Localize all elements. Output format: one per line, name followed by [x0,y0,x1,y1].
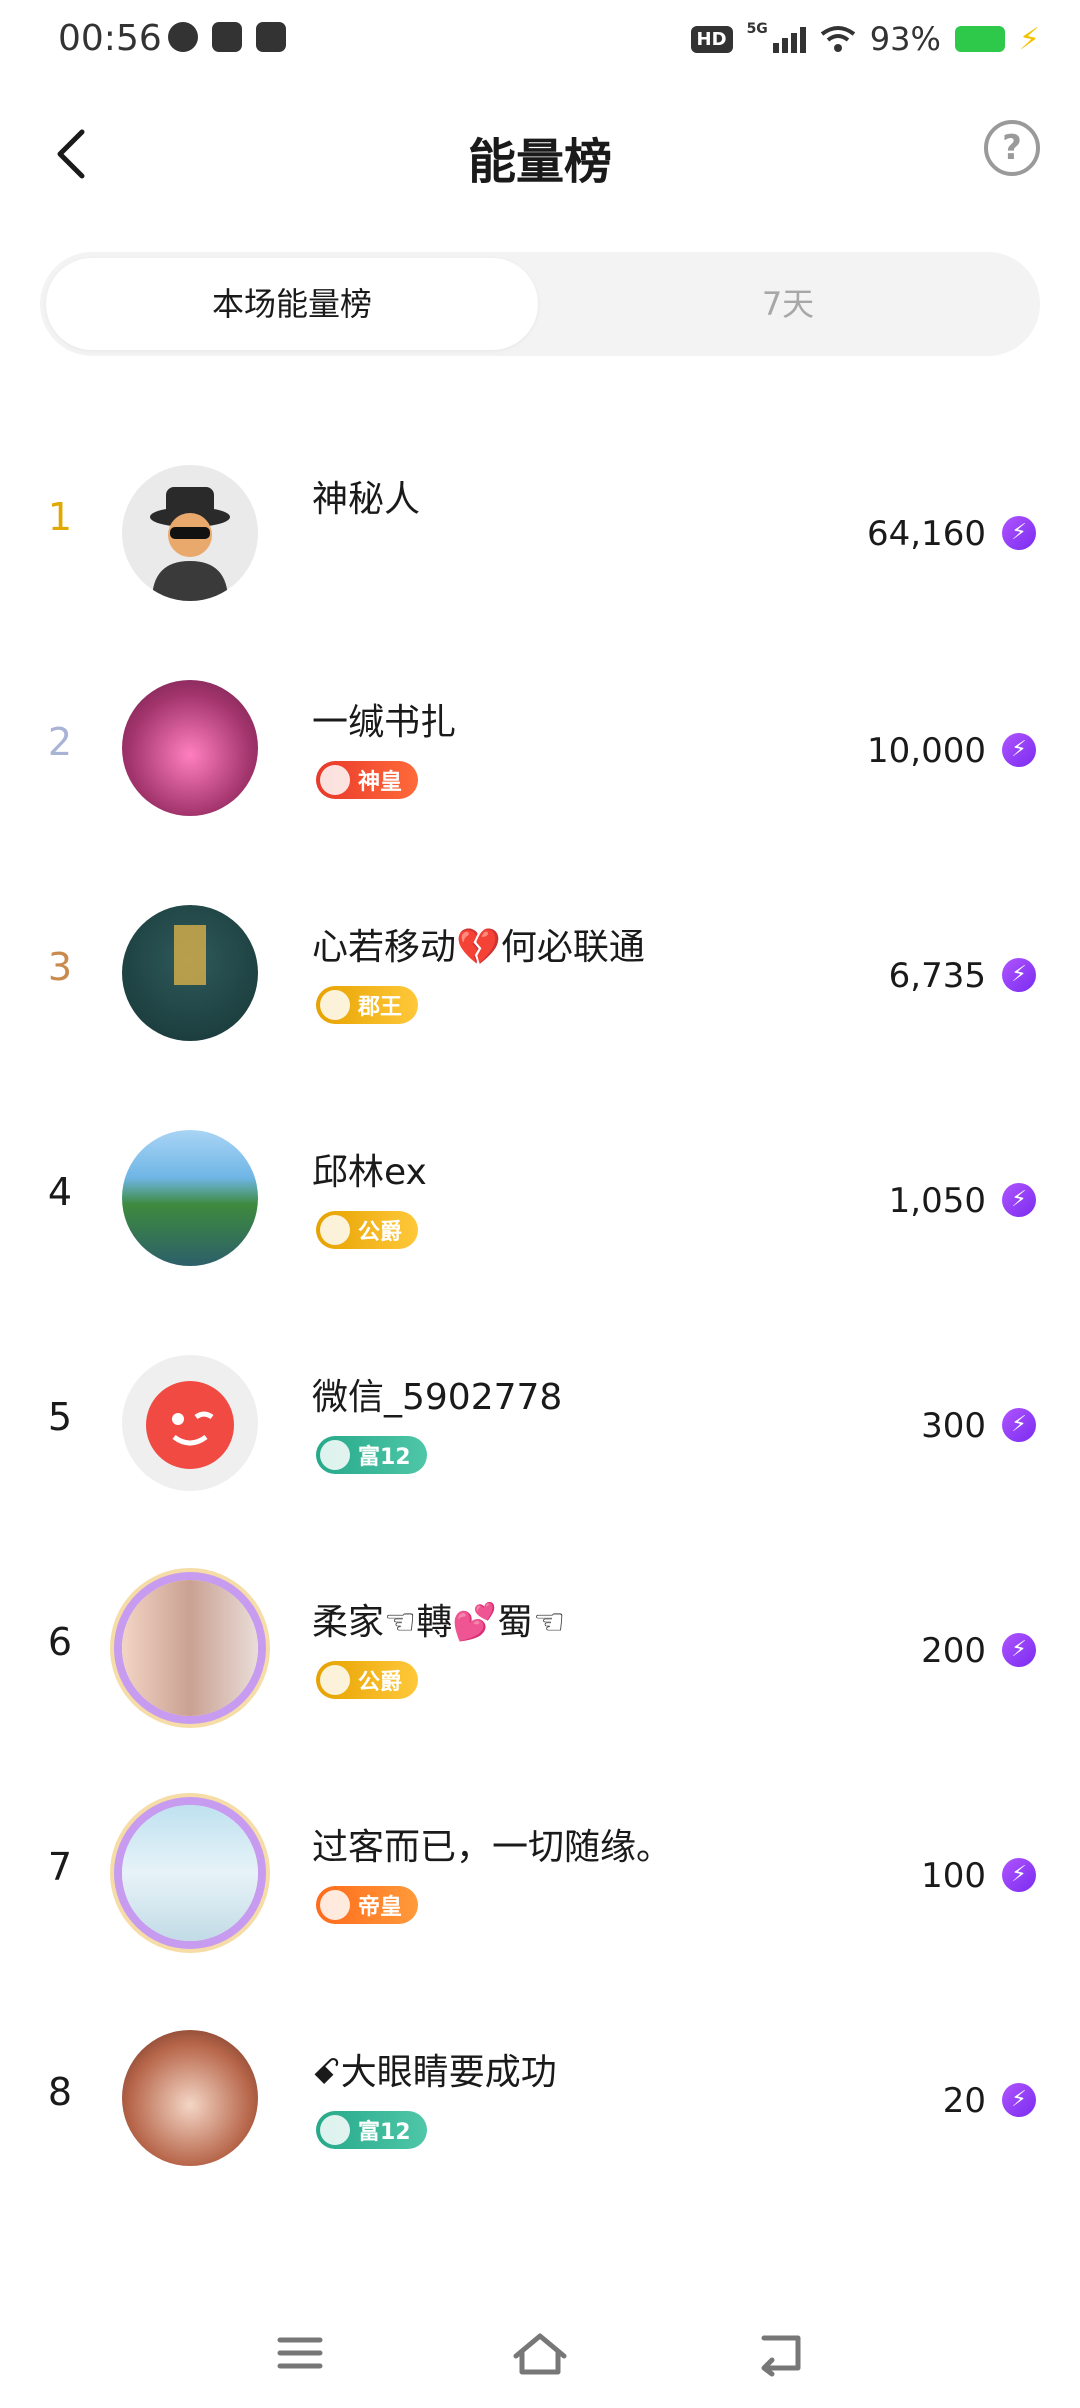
rank-number: 4 [47,1170,73,1214]
list-item[interactable]: 5 微信_5902778 富12 300 ⚡ [0,1300,1080,1525]
tab-bar: 本场能量榜 7天 [40,252,1040,356]
status-bar: 00:56 HD 5G 93% ⚡ [0,0,1080,84]
list-item[interactable]: 4 邱林ex 公爵 1,050 ⚡ [0,1075,1080,1300]
level-badge: 富12 [316,2111,427,2149]
level-badge: 郡王 [316,986,419,1024]
lightning-bolt-icon: ⚡ [1002,2083,1036,2117]
user-name: 一缄书扎 [312,702,457,743]
user-name: 柔家☜轉💕蜀☜ [312,1602,566,1643]
avatar[interactable] [122,2030,258,2166]
status-time: 00:56 [58,18,162,59]
energy-score: 200 [921,1631,986,1671]
user-name: 过客而已，一切随缘。 [312,1827,673,1868]
avatar[interactable] [122,680,258,816]
rank-number: 5 [47,1395,73,1439]
rank-number: 8 [47,2070,73,2114]
level-badge: 公爵 [316,1661,419,1699]
rank-number: 2 [47,720,73,764]
page-title: 能量榜 [467,134,612,190]
avatar[interactable] [122,1805,258,1941]
lightning-bolt-icon: ⚡ [1002,1408,1036,1442]
energy-score: 300 [921,1406,986,1446]
tab-current-session[interactable]: 本场能量榜 [46,258,538,350]
help-button[interactable]: ? [984,120,1040,176]
system-nav-bar [0,2298,1080,2408]
notification-icons [168,22,286,52]
rank-number: 1 [47,495,73,539]
user-name: 微信_5902778 [312,1377,563,1418]
user-name: 邱林ex [312,1152,427,1193]
header: 能量榜 ? [0,84,1080,224]
user-name: 心若移动💔何必联通 [312,927,645,968]
list-item[interactable]: 7 过客而已，一切随缘。 帝皇 100 ⚡ [0,1750,1080,1975]
avatar[interactable] [122,905,258,1041]
battery-percent: 93% [869,20,941,58]
user-name: 神秘人 [312,479,421,520]
home-icon[interactable] [510,2328,570,2378]
lightning-bolt-icon: ⚡ [1002,733,1036,767]
menu-icon[interactable] [270,2328,330,2378]
energy-score: 20 [942,2081,986,2121]
energy-score: 100 [921,1856,986,1896]
badge-icon [320,990,350,1020]
system-icons: HD 5G 93% ⚡ [690,20,1040,58]
rank-number: 6 [47,1620,73,1664]
list-item[interactable]: 8 ꗃ大眼睛要成功 富12 20 ⚡ [0,1975,1080,2200]
hd-icon: HD [690,25,733,53]
badge-icon [320,2115,350,2145]
chat-notification-icon [168,22,198,52]
badge-icon [320,765,350,795]
rank-number: 7 [47,1845,73,1889]
music-notification-icon [256,22,286,52]
battery-icon [954,26,1005,52]
alert-notification-icon [212,22,242,52]
lightning-bolt-icon: ⚡ [1002,1858,1036,1892]
list-item[interactable]: 1 神秘人 64,160 ⚡ [0,400,1080,625]
back-nav-icon[interactable] [750,2328,810,2378]
energy-score: 6,735 [888,956,986,996]
level-badge: 帝皇 [316,1886,419,1924]
avatar[interactable] [122,1355,258,1491]
signal-icon: 5G [747,21,806,53]
list-item[interactable]: 3 心若移动💔何必联通 郡王 6,735 ⚡ [0,850,1080,1075]
energy-score: 64,160 [867,514,986,554]
avatar[interactable] [122,465,258,601]
badge-icon [320,1890,350,1920]
charging-icon: ⚡ [1018,21,1040,57]
lightning-bolt-icon: ⚡ [1002,958,1036,992]
energy-score: 1,050 [888,1181,986,1221]
lightning-bolt-icon: ⚡ [1002,516,1036,550]
lightning-bolt-icon: ⚡ [1002,1633,1036,1667]
user-name: ꗃ大眼睛要成功 [312,2052,557,2093]
tab-7-days[interactable]: 7天 [542,258,1034,350]
badge-icon [320,1665,350,1695]
lightning-bolt-icon: ⚡ [1002,1183,1036,1217]
avatar[interactable] [122,1130,258,1266]
badge-icon [320,1215,350,1245]
rank-number: 3 [47,945,73,989]
list-item[interactable]: 6 柔家☜轉💕蜀☜ 公爵 200 ⚡ [0,1525,1080,1750]
level-badge: 公爵 [316,1211,419,1249]
wifi-icon [820,26,855,52]
avatar[interactable] [122,1580,258,1716]
level-badge: 富12 [316,1436,427,1474]
energy-score: 10,000 [867,731,986,771]
badge-icon [320,1440,350,1470]
level-badge: 神皇 [316,761,419,799]
list-item[interactable]: 2 一缄书扎 神皇 10,000 ⚡ [0,625,1080,850]
